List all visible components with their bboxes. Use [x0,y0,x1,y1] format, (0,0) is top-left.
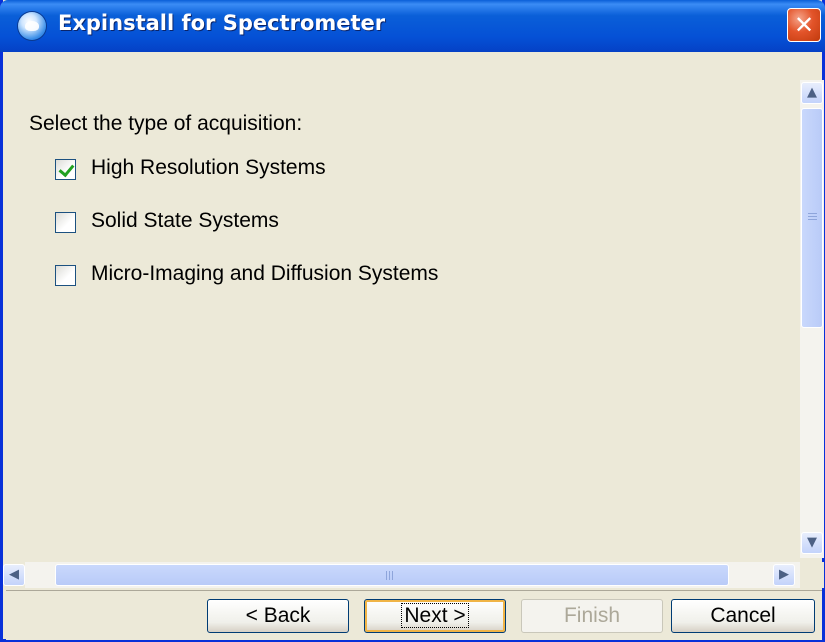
next-button-label: Next > [401,603,469,628]
window-title: Expinstall for Spectrometer [58,11,386,35]
back-button[interactable]: < Back [207,599,349,633]
scroll-corner [800,562,824,588]
vertical-scroll-thumb[interactable] [801,108,823,328]
close-button[interactable]: ✕ [787,8,821,42]
vertical-scrollbar[interactable]: ▲ ▼ [800,80,824,558]
solid-state-label[interactable]: Solid State Systems [91,209,279,233]
scroll-up-button[interactable]: ▲ [801,82,823,104]
acquisition-prompt: Select the type of acquisition: [29,112,303,135]
micro-imaging-checkbox[interactable] [55,265,76,286]
cancel-button[interactable]: Cancel [671,599,815,633]
finish-button-label: Finish [563,604,621,627]
grip-icon [808,213,817,222]
back-button-label: < Back [245,604,311,627]
scroll-right-button[interactable]: ▶ [773,564,795,586]
high-resolution-label[interactable]: High Resolution Systems [91,156,326,180]
dialog-window: Expinstall for Spectrometer ✕ Select the… [0,0,825,642]
app-icon [18,12,46,40]
scroll-left-button[interactable]: ◀ [3,564,25,586]
cancel-button-label: Cancel [710,604,776,627]
scroll-down-button[interactable]: ▼ [801,532,823,554]
next-button[interactable]: Next > [364,599,506,633]
grip-icon [386,571,395,580]
micro-imaging-label[interactable]: Micro-Imaging and Diffusion Systems [91,262,438,286]
horizontal-scrollbar[interactable] [25,562,801,588]
solid-state-checkbox[interactable] [55,212,76,233]
high-resolution-checkbox[interactable] [55,159,76,180]
finish-button: Finish [521,599,663,633]
horizontal-scroll-thumb[interactable] [55,564,729,586]
button-bar: < Back Next > Finish Cancel [6,590,822,640]
title-bar[interactable]: Expinstall for Spectrometer ✕ [0,0,825,52]
